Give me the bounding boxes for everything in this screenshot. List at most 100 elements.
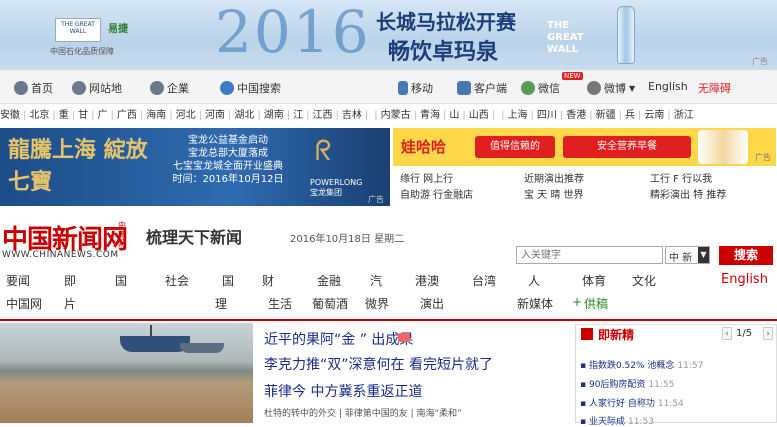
province-link[interactable]: 新疆 bbox=[596, 110, 616, 121]
category-link[interactable]: 生活 bbox=[268, 295, 292, 312]
province-link[interactable]: 香港 bbox=[566, 110, 586, 121]
nav-accessibility[interactable]: 无障碍 bbox=[698, 80, 731, 96]
panel-news-item[interactable]: ▪ 业天际成 11:53 bbox=[580, 414, 654, 427]
panel-marker-icon bbox=[581, 328, 593, 340]
search-input[interactable] bbox=[516, 246, 663, 264]
banner-headline-1: 长城马拉松开赛 bbox=[376, 10, 516, 34]
province-link[interactable]: 河南 bbox=[205, 110, 225, 121]
panel-news-item[interactable]: ▪ 指数跌0.52% 池概念 11:57 bbox=[580, 358, 703, 371]
banner-side-text: THE GREAT WALL bbox=[547, 20, 584, 55]
province-link[interactable]: 兵 bbox=[625, 110, 635, 121]
category-link[interactable]: 金融 bbox=[317, 272, 341, 289]
ad-link[interactable]: 宝 天 晴 世界 bbox=[524, 188, 584, 204]
province-link[interactable]: 上海 bbox=[508, 110, 528, 121]
province-link[interactable]: 湖北 bbox=[234, 110, 254, 121]
province-link[interactable]: 重 bbox=[59, 110, 69, 121]
ad-link[interactable]: 缘行 网上行 bbox=[400, 172, 473, 188]
plus-icon: + bbox=[572, 295, 583, 309]
category-link[interactable]: 要闻 bbox=[6, 272, 30, 289]
province-link[interactable]: 江 bbox=[293, 110, 303, 121]
separator: | bbox=[618, 110, 622, 121]
ad-links-col-3: 工行 F 行以我 精彩演出 特 推荐 bbox=[650, 172, 726, 204]
province-link[interactable]: 海南 bbox=[146, 110, 166, 121]
category-link[interactable]: 演出 bbox=[420, 295, 444, 312]
separator: | bbox=[71, 110, 76, 121]
separator: | bbox=[228, 110, 232, 121]
category-link[interactable]: 财 bbox=[262, 272, 274, 289]
panel-news-item[interactable]: ▪ 人家行好 自称功 11:54 bbox=[580, 396, 684, 409]
nav-english[interactable]: English bbox=[648, 80, 688, 93]
new-badge: NEW bbox=[562, 72, 583, 80]
category-link[interactable]: 新媒体 bbox=[517, 295, 553, 312]
province-link[interactable]: 云南 bbox=[644, 110, 664, 121]
category-link[interactable]: 社会 bbox=[165, 272, 189, 289]
ad-link[interactable]: 近期演出推荐 bbox=[524, 172, 584, 188]
next-arrow-icon[interactable]: › bbox=[763, 327, 773, 340]
province-link[interactable]: 甘 bbox=[78, 110, 88, 121]
province-link[interactable]: 河北 bbox=[176, 110, 196, 121]
headline-1[interactable]: 近平的果阿“金 ” 出成果 bbox=[264, 329, 413, 349]
powerlong-ad[interactable]: 龍騰上海 綻放七寶 宝龙公益基金启动 宝龙总部大厦落成 七宝宝龙城全面开业盛典 … bbox=[0, 128, 390, 206]
chevron-down-icon[interactable]: ▼ bbox=[698, 247, 709, 263]
wahaha-ad[interactable]: 娃哈哈 值得信赖的 安全营养早餐 广告 bbox=[393, 128, 776, 166]
category-link[interactable]: English bbox=[721, 272, 768, 287]
province-link[interactable]: 北京 bbox=[29, 110, 49, 121]
boat bbox=[180, 343, 224, 353]
province-link[interactable]: 广 bbox=[98, 110, 108, 121]
nav-home[interactable]: 首页 bbox=[14, 80, 53, 96]
category-link[interactable]: 国 bbox=[222, 272, 234, 289]
category-link[interactable]: 国 bbox=[115, 272, 127, 289]
category-link[interactable]: 中国网 bbox=[6, 295, 42, 312]
category-link[interactable]: 供稿 bbox=[584, 295, 608, 312]
province-link[interactable]: 江西 bbox=[313, 110, 333, 121]
province-link[interactable]: 山 bbox=[449, 110, 459, 121]
ad-brand: 娃哈哈 bbox=[401, 138, 447, 156]
panel-news-item[interactable]: ▪ 90后购房配资 11:55 bbox=[580, 377, 674, 390]
nav-mobile[interactable]: 移动 bbox=[398, 80, 433, 96]
category-link[interactable]: 港澳 bbox=[415, 272, 439, 289]
ad-slogan-2: 安全营养早餐 bbox=[563, 136, 691, 158]
phone-icon bbox=[398, 81, 408, 95]
province-link[interactable]: 安徽 bbox=[0, 110, 20, 121]
ad-link[interactable]: 精彩演出 特 推荐 bbox=[650, 188, 726, 204]
separator: | bbox=[530, 110, 534, 121]
headline-3[interactable]: 菲律今 中方冀系重返正道 bbox=[264, 381, 422, 401]
separator: | bbox=[91, 110, 95, 121]
province-link[interactable]: 山西 bbox=[469, 110, 489, 121]
top-banner-ad[interactable]: THE GREAT WALL 易捷 中国石化品质保障 2016 长城马拉松开赛 … bbox=[0, 0, 777, 70]
province-link[interactable]: 吉林 bbox=[342, 110, 362, 121]
nav-enterprise[interactable]: 企業 bbox=[150, 80, 189, 96]
category-link[interactable]: 人 bbox=[528, 272, 540, 289]
province-link[interactable]: 广西 bbox=[117, 110, 137, 121]
nav-app[interactable]: 客户端 bbox=[457, 80, 507, 96]
nav-sitemap[interactable]: 网站地 bbox=[72, 80, 122, 96]
search-button[interactable]: 搜索 bbox=[719, 246, 773, 265]
category-link[interactable]: 体育 bbox=[582, 272, 606, 289]
province-link[interactable]: 内蒙古 bbox=[381, 110, 411, 121]
ad-link[interactable]: 工行 F 行以我 bbox=[650, 172, 726, 188]
category-link[interactable]: 片 bbox=[64, 295, 76, 312]
category-link[interactable]: 理 bbox=[215, 295, 227, 312]
ad-link[interactable]: 自助游 行金融店 bbox=[400, 188, 473, 204]
province-link[interactable]: 湖南 bbox=[264, 110, 284, 121]
category-link[interactable]: 文化 bbox=[632, 272, 656, 289]
headline-2[interactable]: 李克力推“双”深意何在 看完短片就了 bbox=[264, 354, 493, 374]
province-link[interactable]: 浙江 bbox=[674, 110, 694, 121]
ad-tag: 广告 bbox=[755, 153, 771, 162]
separator: | bbox=[306, 110, 310, 121]
province-link[interactable]: 四川 bbox=[537, 110, 557, 121]
news-photo[interactable] bbox=[0, 323, 253, 423]
prev-arrow-icon[interactable]: ‹ bbox=[722, 327, 732, 340]
panel-title[interactable]: 即新精 bbox=[598, 326, 634, 343]
nav-chinaso[interactable]: 中国搜索 bbox=[220, 80, 281, 96]
nav-weibo[interactable]: 微博 ▼ bbox=[587, 80, 635, 96]
category-link[interactable]: 微界 bbox=[365, 295, 389, 312]
category-link[interactable]: 即 bbox=[64, 272, 76, 289]
province-link[interactable]: 青海 bbox=[420, 110, 440, 121]
headline-subline[interactable]: 杜特的转中的外交 | 菲律第中国的友 | 南海“柔和” bbox=[264, 406, 462, 419]
nav-wechat[interactable]: 微信 bbox=[521, 80, 560, 96]
category-link[interactable]: 葡萄酒 bbox=[312, 295, 348, 312]
category-link[interactable]: 台湾 bbox=[472, 272, 496, 289]
banner-tagline: 中国石化品质保障 bbox=[50, 47, 114, 56]
category-link[interactable]: 汽 bbox=[370, 272, 382, 289]
